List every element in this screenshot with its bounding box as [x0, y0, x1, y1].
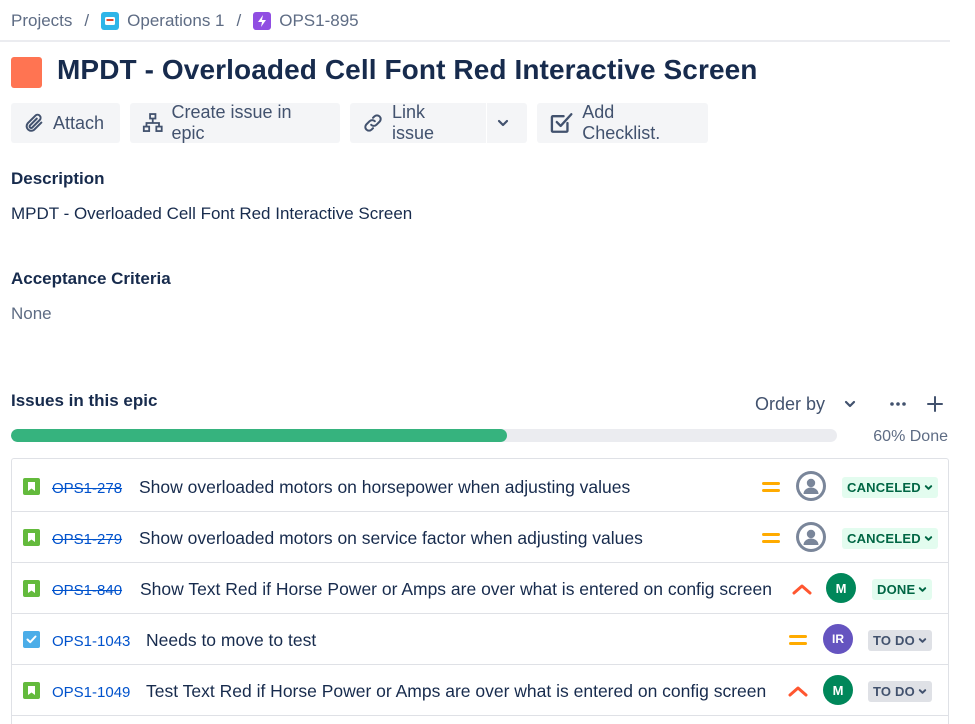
add-checklist-label: Add Checklist.	[582, 102, 661, 143]
chevron-down-icon	[844, 400, 856, 408]
breadcrumb-epic-label: OPS1-895	[279, 11, 359, 30]
status-label: CANCELED	[847, 480, 921, 495]
acceptance-criteria-label: Acceptance Criteria	[11, 269, 171, 288]
description-text[interactable]: MPDT - Overloaded Cell Font Red Interact…	[11, 204, 412, 224]
status-dropdown[interactable]: CANCELED	[842, 528, 938, 549]
avatar[interactable]: IR	[823, 624, 853, 654]
priority-medium-icon	[760, 527, 782, 549]
issues-in-epic-heading: Issues in this epic	[11, 391, 158, 410]
chevron-down-icon	[915, 636, 927, 645]
task-icon	[23, 631, 40, 648]
story-icon	[23, 682, 40, 699]
acceptance-criteria-value[interactable]: None	[11, 304, 52, 324]
issue-summary[interactable]: Test Text Red if Horse Power or Amps are…	[146, 681, 766, 702]
chevron-down-icon	[921, 534, 933, 543]
priority-medium-icon	[787, 629, 809, 651]
epic-progress-bar	[11, 429, 837, 442]
link-issue-label: Link issue	[391, 102, 435, 143]
chevron-down-icon	[915, 585, 927, 594]
issue-key-link[interactable]: OPS1-1049	[52, 684, 130, 701]
status-dropdown[interactable]: TO DO	[868, 630, 932, 651]
link-icon	[364, 114, 382, 132]
more-options-icon[interactable]	[886, 392, 910, 416]
link-issue-button[interactable]: Link issue	[350, 102, 486, 143]
add-checklist-button[interactable]: Add Checklist.	[537, 102, 708, 143]
link-issue-more-button[interactable]	[487, 103, 527, 143]
chevron-down-icon	[921, 483, 933, 492]
unassigned-avatar-icon[interactable]	[796, 471, 826, 501]
status-label: CANCELED	[847, 531, 921, 546]
order-by-button[interactable]: Order by	[755, 392, 857, 416]
breadcrumb-epic[interactable]: OPS1-895	[253, 11, 359, 31]
status-dropdown[interactable]: CANCELED	[842, 477, 938, 498]
project-icon	[101, 12, 120, 30]
issue-key-link[interactable]: OPS1-279	[52, 531, 122, 548]
status-label: TO DO	[873, 633, 915, 648]
issue-row[interactable]: OPS1-278 Show overloaded motors on horsep…	[12, 461, 948, 512]
attach-button[interactable]: Attach	[11, 103, 120, 143]
issue-row[interactable]: OPS1-1049 Test Text Red if Horse Power or…	[12, 665, 948, 716]
issue-table: OPS1-278 Show overloaded motors on horsep…	[11, 458, 949, 724]
story-icon	[23, 529, 40, 546]
priority-high-icon	[791, 578, 813, 600]
story-icon	[23, 580, 40, 597]
epic-color-swatch	[11, 57, 42, 88]
breadcrumb-project-label: Operations 1	[127, 11, 225, 30]
priority-medium-icon	[760, 476, 782, 498]
add-issue-icon[interactable]	[923, 392, 947, 416]
issue-key-link[interactable]: OPS1-1043	[52, 633, 130, 650]
issue-row[interactable]: OPS1-279 Show overloaded motors on servic…	[12, 512, 948, 563]
status-dropdown[interactable]: TO DO	[868, 681, 932, 702]
divider	[0, 40, 950, 42]
priority-high-icon	[787, 680, 809, 702]
breadcrumb-separator: /	[236, 11, 242, 30]
epic-icon	[253, 12, 272, 30]
status-label: DONE	[877, 582, 916, 597]
avatar[interactable]: M	[826, 573, 856, 603]
epic-progress-text: 60% Done	[873, 428, 948, 445]
unassigned-avatar-icon[interactable]	[796, 522, 826, 552]
paperclip-icon	[25, 113, 43, 132]
breadcrumb-project[interactable]: Operations 1	[101, 11, 225, 31]
breadcrumb: Projects / Operations 1 / OPS1-895	[11, 9, 359, 33]
chevron-down-icon	[497, 119, 509, 127]
create-issue-in-epic-label: Create issue in epic	[171, 102, 292, 143]
issue-row[interactable]: OPS1-840 Show Text Red if Horse Power or …	[12, 563, 948, 614]
issue-row[interactable]: OPS1-1043 Needs to move to test IR TO DO	[12, 614, 948, 665]
breadcrumb-projects[interactable]: Projects	[11, 11, 72, 31]
attach-label: Attach	[53, 112, 105, 133]
checklist-icon	[550, 113, 573, 133]
toolbar: Attach Create issue in epic Link issue A…	[11, 102, 708, 143]
issue-summary[interactable]: Show overloaded motors on service factor…	[139, 528, 643, 549]
avatar[interactable]: M	[823, 675, 853, 705]
status-dropdown[interactable]: DONE	[872, 579, 933, 600]
page-title[interactable]: MPDT - Overloaded Cell Font Red Interact…	[57, 54, 758, 86]
story-icon	[23, 478, 40, 495]
issue-summary[interactable]: Show overloaded motors on horsepower whe…	[139, 477, 630, 498]
epic-progress-fill	[11, 429, 507, 442]
hierarchy-icon	[142, 113, 163, 132]
issue-key-link[interactable]: OPS1-278	[52, 480, 122, 497]
chevron-down-icon	[915, 687, 927, 696]
issue-key-link[interactable]: OPS1-840	[52, 582, 122, 599]
order-by-label: Order by	[755, 393, 826, 414]
status-label: TO DO	[873, 684, 915, 699]
create-issue-in-epic-button[interactable]: Create issue in epic	[130, 102, 340, 143]
issue-summary[interactable]: Needs to move to test	[146, 630, 316, 651]
issue-summary[interactable]: Show Text Red if Horse Power or Amps are…	[140, 579, 772, 600]
description-label: Description	[11, 169, 105, 188]
breadcrumb-separator: /	[84, 11, 90, 30]
